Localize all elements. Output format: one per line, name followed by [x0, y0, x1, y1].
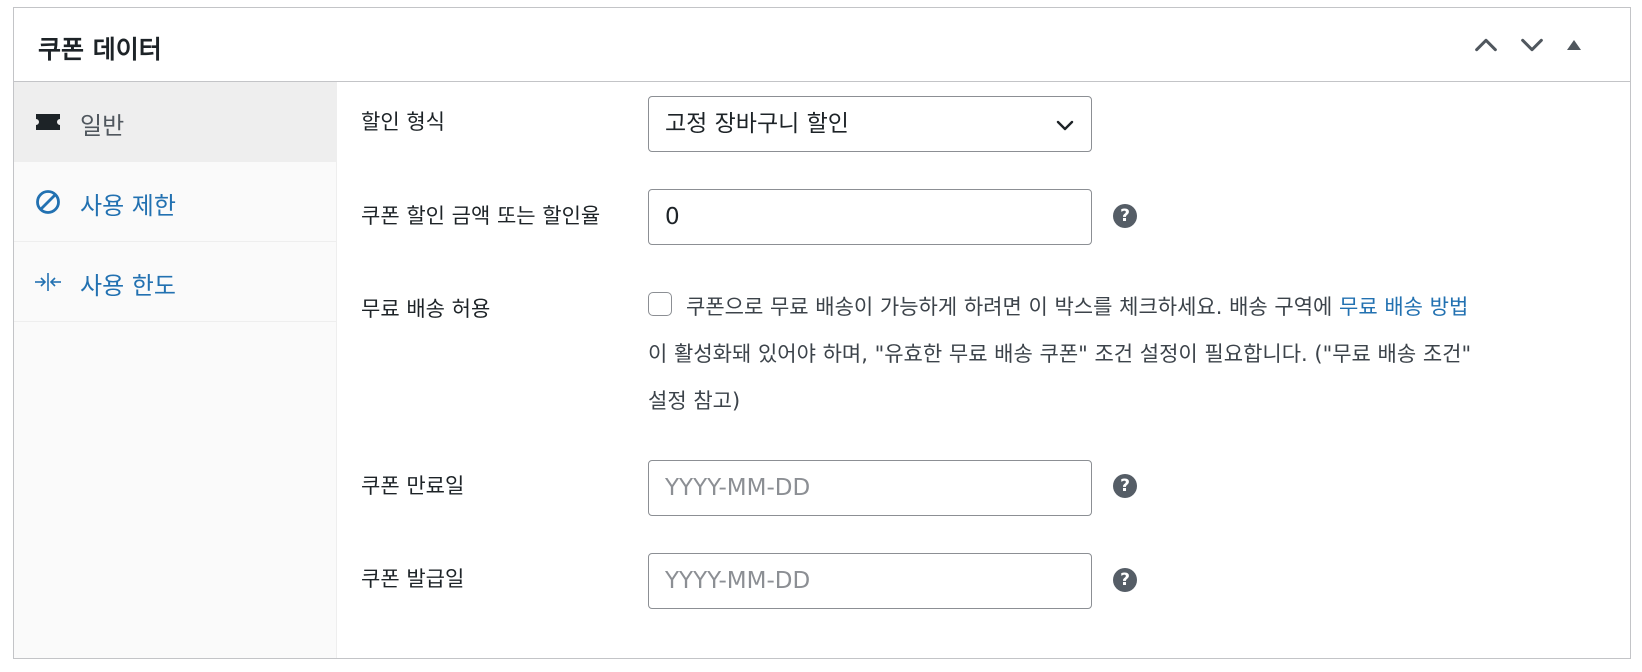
free-shipping-checkbox[interactable]	[648, 292, 672, 316]
discount-type-value: 고정 장바구니 할인	[665, 111, 849, 137]
coupon-amount-field[interactable]	[648, 189, 1092, 245]
issue-date-label: 쿠폰 발급일	[361, 567, 465, 591]
help-icon[interactable]: ?	[1113, 474, 1137, 498]
tab-usage-limits-label: 사용 한도	[80, 272, 176, 300]
ticket-icon	[34, 108, 62, 136]
tab-general[interactable]: 일반	[14, 82, 337, 162]
caret-up-icon	[1567, 40, 1581, 50]
chevron-up-icon	[1475, 38, 1497, 52]
block-icon	[34, 188, 62, 216]
move-down-button[interactable]	[1517, 30, 1547, 60]
expiry-date-field[interactable]	[648, 460, 1092, 516]
help-icon[interactable]: ?	[1113, 204, 1137, 228]
discount-type-label: 할인 형식	[361, 110, 445, 134]
issue-date-input[interactable]	[665, 555, 1065, 607]
move-up-button[interactable]	[1471, 30, 1501, 60]
coupon-amount-label: 쿠폰 할인 금액 또는 할인율	[361, 204, 601, 228]
free-shipping-method-link[interactable]: 무료 배송 방법	[1339, 295, 1468, 319]
free-shipping-description-line2: 이 활성화돼 있어야 하며, "유효한 무료 배송 쿠폰" 조건 설정이 필요합…	[648, 342, 1472, 366]
general-tab-content: 할인 형식 고정 장바구니 할인 쿠폰 할인 금액 또는 할인율 ? 무료 배송…	[337, 82, 1630, 658]
expiry-date-label: 쿠폰 만료일	[361, 474, 465, 498]
tab-usage-restriction[interactable]: 사용 제한	[14, 162, 337, 242]
issue-date-field[interactable]	[648, 553, 1092, 609]
discount-type-select[interactable]: 고정 장바구니 할인	[648, 96, 1092, 152]
free-shipping-description-line1: 쿠폰으로 무료 배송이 가능하게 하려면 이 박스를 체크하세요. 배송 구역에…	[686, 291, 1468, 321]
coupon-data-panel: 쿠폰 데이터 일반 사용 제한 사용 한도 할인 형식 고정 장바구니 할인 쿠…	[13, 7, 1631, 659]
tab-usage-restriction-label: 사용 제한	[80, 192, 176, 220]
tab-usage-limits[interactable]: 사용 한도	[14, 242, 337, 322]
free-shipping-description-text: 쿠폰으로 무료 배송이 가능하게 하려면 이 박스를 체크하세요. 배송 구역에	[686, 295, 1340, 319]
free-shipping-label: 무료 배송 허용	[361, 297, 491, 321]
tab-general-label: 일반	[80, 112, 125, 140]
arrows-in-icon	[34, 268, 62, 296]
panel-title: 쿠폰 데이터	[38, 35, 162, 64]
help-icon[interactable]: ?	[1113, 568, 1137, 592]
coupon-amount-input[interactable]	[665, 191, 1065, 243]
coupon-tabs-sidebar: 일반 사용 제한 사용 한도	[14, 82, 337, 658]
expiry-date-input[interactable]	[665, 462, 1065, 514]
chevron-down-icon	[1056, 120, 1074, 131]
free-shipping-description-line3: 설정 참고)	[648, 389, 741, 413]
chevron-down-icon	[1521, 38, 1543, 52]
toggle-panel-button[interactable]	[1559, 30, 1589, 60]
panel-header: 쿠폰 데이터	[14, 8, 1630, 82]
